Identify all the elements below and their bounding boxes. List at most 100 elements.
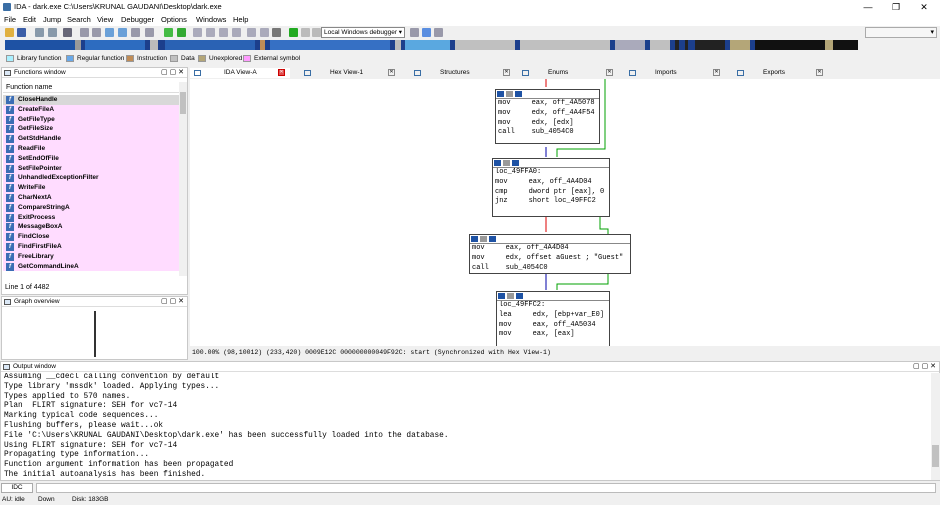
function-name: SetEndOfFile [18,154,59,162]
function-row[interactable]: f GetCommandLineA [3,261,179,272]
attach-icon[interactable] [410,28,419,37]
menu-search[interactable]: Search [67,15,91,24]
command-input[interactable] [36,483,936,493]
nav-dropdown[interactable]: ▾ [865,27,937,38]
navigation-band[interactable] [5,40,858,50]
graph-node[interactable]: loc_49FFC2: lea edx, [ebp+var_E0] mov ea… [496,291,610,346]
tab-hex-view-1[interactable]: Hex View-1 ✕ [300,68,400,78]
menu-edit[interactable]: Edit [23,15,36,24]
function-row[interactable]: f SetEndOfFile [3,153,179,164]
minimize-button[interactable]: — [858,1,878,13]
function-row[interactable]: f SetFilePointer [3,163,179,174]
close-button[interactable]: ✕ [914,1,934,13]
output-line: The initial autoanalysis has been finish… [4,471,206,479]
menu-view[interactable]: View [97,15,113,24]
function-row[interactable]: f GetFileType [3,114,179,125]
tool-icon-2[interactable] [206,28,215,37]
stop-x-icon[interactable] [272,28,281,37]
graph-node[interactable]: loc_49FFA0: mov eax, off_4A4D04 cmp dwor… [492,158,610,217]
tab-exports[interactable]: Exports ✕ [733,68,828,78]
run-script-icon[interactable] [177,28,186,37]
close-tab-icon[interactable]: ✕ [388,69,395,76]
function-row[interactable]: f CreateFileA [3,104,179,115]
menu-options[interactable]: Options [161,15,187,24]
function-row[interactable]: f GetStdHandle [3,134,179,144]
menu-file[interactable]: File [4,15,16,24]
graph-icon[interactable] [164,28,173,37]
output-text[interactable]: Assuming __cdecl calling convention by d… [1,373,931,481]
panel-buttons[interactable]: ▢ ▢ ✕ [913,362,936,372]
function-row[interactable]: f UnhandledExceptionFilter [3,173,179,184]
functions-scrollbar[interactable] [179,82,187,276]
idc-button[interactable]: IDC [1,483,33,493]
maximize-button[interactable]: ❐ [886,1,906,13]
open-icon[interactable] [5,28,14,37]
tool-icon-6[interactable] [260,28,269,37]
save-icon[interactable] [17,28,26,37]
close-tab-icon[interactable]: ✕ [278,69,285,76]
tool-icon-4[interactable] [232,28,241,37]
functions-list: f CloseHandle f CreateFileA f GetFileType f Get… [2,95,180,275]
data-icon[interactable] [118,28,127,37]
cross-ref-icon[interactable] [145,28,154,37]
menu-help[interactable]: Help [233,15,248,24]
close-tab-icon[interactable]: ✕ [816,69,823,76]
function-row[interactable]: f CharNextA [3,193,179,203]
pause-icon[interactable] [301,28,310,37]
graph-overview-thumbnail[interactable] [94,311,96,357]
close-tab-icon[interactable]: ✕ [713,69,720,76]
function-row[interactable]: f FreeLibrary [3,251,179,262]
function-row[interactable]: f MessageBoxA [3,222,179,233]
function-row[interactable]: f FindFirstFileA [3,242,179,252]
menu-jump[interactable]: Jump [43,15,61,24]
function-row[interactable]: f GetFileSize [3,124,179,135]
menu-debugger[interactable]: Debugger [121,15,154,24]
back-icon[interactable] [35,28,44,37]
column-header[interactable]: Function name [3,82,179,93]
tab-structures[interactable]: Structures ✕ [410,68,515,78]
tab-enums[interactable]: Enums ✕ [518,68,618,78]
tool-icon-3[interactable] [219,28,228,37]
down-arrow-icon[interactable] [131,28,140,37]
tab-icon [737,70,744,76]
function-row[interactable]: f ReadFile [3,144,179,154]
function-row[interactable]: f CloseHandle [3,95,179,105]
ida-view-graph[interactable]: mov eax, off_4A5078 mov edx, off_4A4F54 … [190,79,940,346]
graph-node[interactable]: mov eax, off_4A5078 mov edx, off_4A4F54 … [495,89,600,144]
play-icon[interactable] [289,28,298,37]
search-direction: Down [38,496,55,503]
asm-line: lea edx, [ebp+var_E0] [499,310,605,319]
debugger-select[interactable]: Local Windows debugger ▾ [321,27,405,38]
forward-icon[interactable] [48,28,57,37]
output-scrollbar[interactable] [931,373,940,480]
function-icon: f [6,154,14,163]
panel-buttons[interactable]: ▢ ▢ ✕ [161,68,184,78]
legend-swatch [198,55,206,62]
graph-node[interactable]: mov eax, off_4A4D04 mov edx, offset aGue… [469,234,631,274]
tab-imports[interactable]: Imports ✕ [625,68,725,78]
tool-icon-5[interactable] [247,28,256,37]
debug-options-icon[interactable] [422,28,431,37]
functions-window-header: Functions window ▢ ▢ ✕ [2,68,187,78]
tool-icon-7[interactable] [434,28,443,37]
panel-buttons[interactable]: ▢ ▢ ✕ [161,297,184,307]
function-row[interactable]: f ExitProcess [3,212,179,223]
function-row[interactable]: f CompareStringA [3,202,179,213]
function-row[interactable]: f WriteFile [3,183,179,193]
text-search-icon[interactable] [92,28,101,37]
tool-icon-1[interactable] [193,28,202,37]
tab-icon [304,70,311,76]
asm-line: mov eax, off_4A5078 [498,99,595,107]
tab-ida-view-a[interactable]: IDA View-A ✕ [190,68,290,78]
code-icon[interactable] [105,28,114,37]
dropdown-icon[interactable] [63,28,72,37]
close-tab-icon[interactable]: ✕ [503,69,510,76]
function-icon: f [6,105,14,114]
close-tab-icon[interactable]: ✕ [606,69,613,76]
function-row[interactable]: f FindClose [3,232,179,242]
binary-icon[interactable] [80,28,89,37]
menu-windows[interactable]: Windows [196,15,226,24]
status-bar: AU: idle Down Disk: 183GB [0,495,940,505]
stop-icon[interactable] [312,28,321,37]
graph-overview-window: Graph overview ▢ ▢ ✕ [1,296,188,360]
